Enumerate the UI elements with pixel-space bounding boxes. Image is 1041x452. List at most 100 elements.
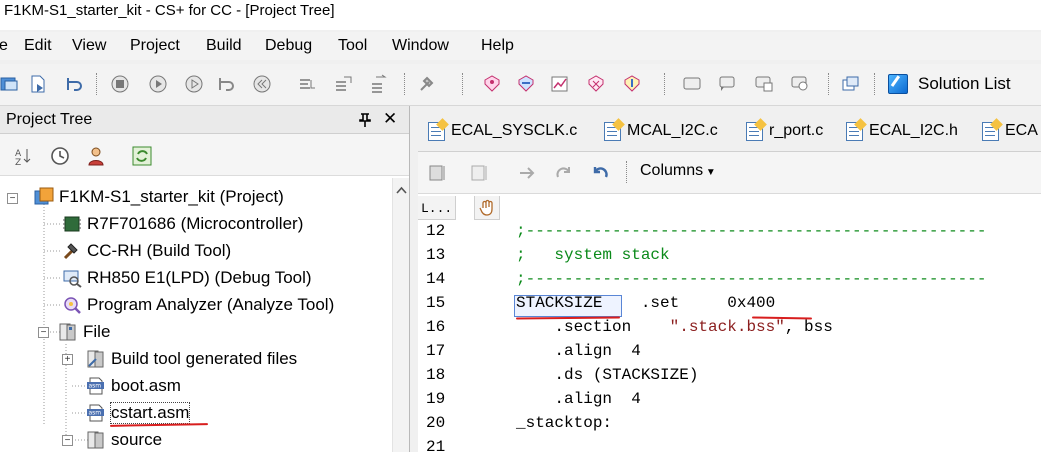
tab-r-port[interactable]: r_port.c xyxy=(746,120,823,142)
tab-label: r_port.c xyxy=(769,122,824,139)
expand-toggle[interactable]: − xyxy=(7,193,18,204)
tree-item-build-tool[interactable]: CC-RH (Build Tool) xyxy=(62,238,231,264)
line-column-header[interactable]: L... xyxy=(418,196,456,220)
menu-build[interactable]: Build xyxy=(206,37,242,55)
chip-icon xyxy=(63,216,81,232)
tree-item-label: F1KM-S1_starter_kit (Project) xyxy=(59,187,284,206)
menu-debug[interactable]: Debug xyxy=(265,37,312,55)
tree-item-label: source xyxy=(111,430,163,449)
panel-icon-1[interactable] xyxy=(682,74,702,94)
code-token: .set xyxy=(602,294,728,312)
menu-view[interactable]: View xyxy=(72,37,106,55)
code-line: 20 _stacktop: xyxy=(418,412,1041,436)
return-icon[interactable] xyxy=(216,74,236,94)
refresh-icon[interactable] xyxy=(132,146,152,166)
redo-icon[interactable] xyxy=(554,164,574,182)
user-icon[interactable] xyxy=(86,146,106,166)
build-tool-icon[interactable] xyxy=(418,74,438,94)
tree-item-cstart-asm[interactable]: asm cstart.asm xyxy=(86,400,191,426)
plugin-icon-2[interactable] xyxy=(516,74,536,94)
source-file-icon xyxy=(604,121,621,141)
code-editor[interactable]: 12 ;-------------------------------------… xyxy=(418,220,1041,452)
line-number: 19 xyxy=(426,390,446,408)
code-line: 18 .ds (STACKSIZE) xyxy=(418,364,1041,388)
menu-project[interactable]: Project xyxy=(130,37,180,55)
plugin-icon-4[interactable] xyxy=(622,74,642,94)
tree-item-boot-asm[interactable]: asm boot.asm xyxy=(86,373,181,399)
close-panel-icon[interactable]: ✕ xyxy=(383,109,397,129)
project-tree-title: Project Tree xyxy=(6,111,93,128)
undo-toolbar-icon[interactable] xyxy=(64,74,84,94)
scroll-up-icon[interactable] xyxy=(396,186,407,194)
tab-ecal-i2c-h[interactable]: ECAL_I2C.h xyxy=(846,120,958,142)
menu-file[interactable]: e xyxy=(0,37,8,55)
hammer-icon xyxy=(63,243,78,260)
code-text: .align 4 xyxy=(516,390,641,408)
tree-item-microcontroller[interactable]: R7F701686 (Microcontroller) xyxy=(62,211,303,237)
solution-list-button[interactable]: Solution List xyxy=(888,70,1011,98)
tree-item-build-generated[interactable]: Build tool generated files xyxy=(86,346,297,372)
forward-arrow-icon[interactable] xyxy=(518,164,538,182)
run-from-reset-icon[interactable] xyxy=(184,74,204,94)
step-in-icon[interactable] xyxy=(298,74,318,94)
reset-icon[interactable] xyxy=(252,74,272,94)
new-file-icon[interactable] xyxy=(28,74,48,94)
panel-icon-4[interactable] xyxy=(790,74,810,94)
window-title-bar: F1KM-S1_starter_kit - CS+ for CC - [Proj… xyxy=(0,0,1041,30)
plugin-icon-3[interactable] xyxy=(586,74,606,94)
expand-toggle[interactable]: − xyxy=(62,435,73,446)
line-number: 15 xyxy=(426,294,446,312)
folder-icon xyxy=(87,350,104,368)
tree-item-project[interactable]: F1KM-S1_starter_kit (Project) xyxy=(34,184,284,210)
analyzer-icon xyxy=(64,297,81,314)
open-project-icon[interactable] xyxy=(0,74,20,94)
window-icon[interactable] xyxy=(840,74,860,94)
panel-icon-3[interactable] xyxy=(754,74,774,94)
chart-icon[interactable] xyxy=(550,74,570,94)
code-text: .align 4 xyxy=(516,342,641,360)
toolbar-separator xyxy=(626,161,627,183)
pin-icon[interactable] xyxy=(358,112,372,128)
run-icon[interactable] xyxy=(148,74,168,94)
undo-icon[interactable] xyxy=(590,164,610,182)
tab-ecal-sysclk[interactable]: ECAL_SYSCLK.c xyxy=(428,120,577,142)
code-line: 15 STACKSIZE .set 0x400 xyxy=(418,292,1041,316)
clock-icon[interactable] xyxy=(50,146,70,166)
tab-label: ECAL_SYSCLK.c xyxy=(451,122,578,139)
menu-edit[interactable]: Edit xyxy=(24,37,52,55)
tab-mcal-i2c[interactable]: MCAL_I2C.c xyxy=(604,120,718,142)
step-over-icon[interactable] xyxy=(334,74,354,94)
columns-dropdown[interactable]: Columns ▼ xyxy=(640,162,716,180)
code-line: 21 xyxy=(418,436,1041,452)
bookmark-next-icon[interactable] xyxy=(470,164,490,182)
code-text: _stacktop: xyxy=(516,414,613,432)
sort-icon[interactable]: AZ xyxy=(12,146,32,166)
panel-icon-2[interactable] xyxy=(718,74,738,94)
expand-toggle[interactable]: + xyxy=(62,354,73,365)
source-file-icon xyxy=(982,121,999,141)
menu-window[interactable]: Window xyxy=(392,37,449,55)
tree-item-file[interactable]: File xyxy=(58,319,110,345)
debug-icon xyxy=(63,270,82,288)
tree-item-label: Build tool generated files xyxy=(111,349,298,368)
menu-tool[interactable]: Tool xyxy=(338,37,367,55)
tab-eca[interactable]: ECA xyxy=(982,120,1038,142)
tree-item-source[interactable]: source xyxy=(86,427,162,452)
tree-item-label: Program Analyzer (Analyze Tool) xyxy=(87,295,335,314)
step-out-icon[interactable] xyxy=(370,74,390,94)
plugin-icon-1[interactable] xyxy=(482,74,502,94)
tree-scrollbar[interactable] xyxy=(392,178,409,452)
code-text: ; system stack xyxy=(516,246,670,264)
code-text: .section ".stack.bss", bss xyxy=(516,318,832,336)
expand-toggle[interactable]: − xyxy=(38,327,49,338)
tree-item-label: CC-RH (Build Tool) xyxy=(87,241,232,260)
stop-icon[interactable] xyxy=(110,74,130,94)
svg-text:asm: asm xyxy=(89,410,102,417)
tree-item-debug-tool[interactable]: RH850 E1(LPD) (Debug Tool) xyxy=(62,265,312,291)
action-column-header[interactable] xyxy=(474,196,500,220)
menu-help[interactable]: Help xyxy=(481,37,514,55)
tree-item-program-analyzer[interactable]: Program Analyzer (Analyze Tool) xyxy=(62,292,334,318)
bookmark-icon[interactable] xyxy=(428,164,448,182)
source-file-icon xyxy=(746,121,763,141)
project-tree: − F1KM-S1_starter_kit (Project) R7F70168… xyxy=(0,178,392,452)
